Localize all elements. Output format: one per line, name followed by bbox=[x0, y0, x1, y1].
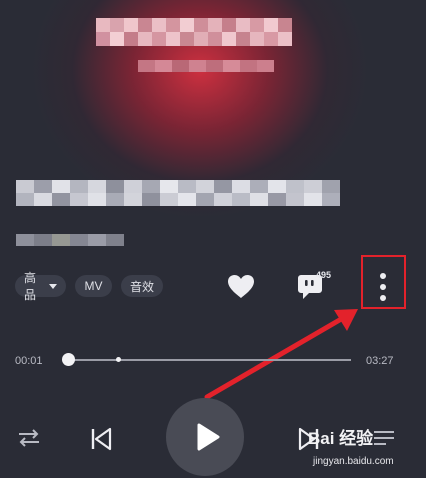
watermark-url: jingyan.baidu.com bbox=[313, 456, 394, 467]
progress-thumb[interactable] bbox=[62, 353, 75, 366]
repeat-icon[interactable] bbox=[17, 428, 41, 453]
buffer-marker bbox=[116, 357, 121, 362]
playlist-icon[interactable] bbox=[372, 428, 396, 453]
elapsed-time: 00:01 bbox=[15, 355, 43, 367]
play-button[interactable] bbox=[166, 398, 244, 476]
progress-track[interactable] bbox=[70, 359, 351, 361]
total-duration: 03:27 bbox=[366, 355, 394, 367]
watermark-brand: Bai 经验 bbox=[308, 429, 374, 448]
skip-back-icon[interactable] bbox=[90, 427, 112, 456]
play-icon bbox=[197, 423, 220, 451]
